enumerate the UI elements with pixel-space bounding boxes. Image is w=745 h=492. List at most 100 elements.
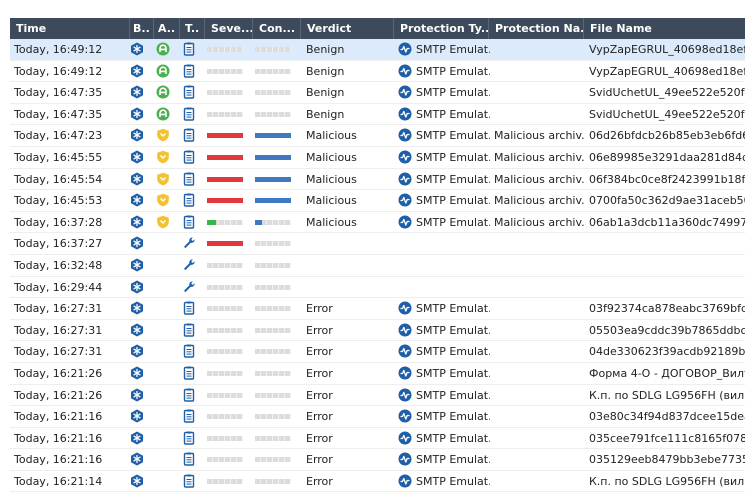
column-header-file-name[interactable]: File Name — [584, 18, 745, 39]
column-header-severity[interactable]: Seve... — [205, 18, 253, 39]
severity-bar — [207, 176, 243, 182]
threat-emulation-blade-cell — [130, 320, 150, 341]
row-protection-name — [494, 61, 584, 82]
table-row[interactable]: Today, 16:21:16 Error SMTP Emulat... 035cee… — [10, 428, 745, 450]
wrench-cell — [182, 233, 202, 254]
row-protection-type: SMTP Emulat... — [398, 471, 490, 492]
threat-emulation-blade-cell — [130, 212, 150, 233]
column-header-protection-type[interactable]: Protection Ty... — [394, 18, 489, 39]
row-file-name: VypZapEGRUL_40698ed18efe4b5 — [589, 64, 745, 78]
row-file-name: 03e80c34f94d837dcee15dead24c — [589, 410, 745, 424]
confidence-bar-cell — [255, 277, 299, 298]
row-time: Today, 16:49:12 — [14, 43, 103, 56]
severity-bar — [207, 133, 243, 139]
confidence-bar — [255, 198, 291, 204]
accept-action-cell — [156, 82, 176, 103]
confidence-bar — [255, 327, 291, 333]
row-verdict: Error — [306, 366, 333, 380]
confidence-bar — [255, 219, 291, 225]
table-row[interactable]: Today, 16:27:31 Error SMTP Emulat... 03f923… — [10, 298, 745, 320]
table-row[interactable]: Today, 16:37:27 — [10, 233, 745, 255]
table-row[interactable]: Today, 16:32:48 — [10, 255, 745, 277]
table-row[interactable]: Today, 16:45:53 Malicious SMTP Emulat... Ma… — [10, 190, 745, 212]
confidence-bar — [255, 241, 291, 247]
log-type-icon — [182, 85, 196, 99]
emulation-activity-icon — [398, 344, 412, 358]
row-protection-name: Malicious archiv... — [494, 172, 584, 186]
table-row[interactable]: Today, 16:45:54 Malicious SMTP Emulat... Ma… — [10, 169, 745, 191]
wrench-icon — [182, 258, 196, 272]
confidence-bar — [255, 457, 291, 463]
log-type-icon — [182, 344, 196, 359]
row-protection-type: SMTP Emulat... — [398, 341, 490, 362]
table-row[interactable]: Today, 16:49:12 Benign SMTP Emulat... VypZa… — [10, 61, 745, 83]
confidence-bar-fill — [255, 198, 291, 204]
row-time: Today, 16:21:14 — [14, 474, 103, 488]
table-row[interactable]: Today, 16:49:12 Benign SMTP Emulat... VypZa… — [10, 39, 745, 61]
log-type-icon — [182, 64, 196, 78]
threat-emulation-blade-cell — [130, 255, 150, 276]
confidence-bar-cell — [255, 471, 299, 492]
column-header-verdict[interactable]: Verdict — [301, 18, 394, 39]
table-row[interactable]: Today, 16:45:55 Malicious SMTP Emulat... Ma… — [10, 147, 745, 169]
table-row[interactable]: Today, 16:37:28 Malicious SMTP Emulat... Ma… — [10, 212, 745, 234]
log-type-icon — [182, 172, 196, 186]
row-file-name: 03f92374ca878eabc3769bfd3cdb — [589, 302, 745, 316]
row-time: Today, 16:27:31 — [14, 345, 103, 359]
row-file-name: 05503ea9cddc39b7865ddbca6d8 — [589, 323, 745, 337]
column-header-blade[interactable]: B.. — [130, 18, 154, 39]
confidence-bar-cell — [255, 406, 299, 427]
severity-bar — [207, 327, 243, 333]
table-row[interactable]: Today, 16:27:31 Error SMTP Emulat... 05503e… — [10, 320, 745, 342]
severity-bar — [207, 392, 243, 398]
confidence-bar-cell — [255, 147, 299, 168]
severity-bar — [207, 47, 243, 52]
row-time: Today, 16:49:12 — [14, 64, 103, 78]
row-file-name: 06e89985e3291daa281d84d9c94 — [589, 150, 745, 164]
row-protection-type-text: SMTP Emulat... — [416, 323, 490, 337]
table-row[interactable]: Today, 16:47:35 Benign SMTP Emulat... SvidU… — [10, 104, 745, 126]
row-protection-type-text: SMTP Emulat... — [416, 410, 490, 424]
table-row[interactable]: Today, 16:21:14 Error SMTP Emulat... К.п. п… — [10, 471, 745, 492]
log-type-icon — [182, 474, 196, 488]
table-row[interactable]: Today, 16:21:16 Error SMTP Emulat... 03e80c… — [10, 406, 745, 428]
log-type-icon — [182, 409, 196, 423]
column-header-confidence[interactable]: Con... — [253, 18, 301, 39]
row-protection-type: SMTP Emulat... — [398, 406, 490, 427]
row-file-name: 06f384bc0ce8f2423991b18f3cf80 — [589, 172, 745, 186]
table-row[interactable]: Today, 16:21:16 Error SMTP Emulat... 035129… — [10, 449, 745, 471]
table-row[interactable]: Today, 16:27:31 Error SMTP Emulat... 04de33… — [10, 341, 745, 363]
severity-bar-cell — [207, 125, 251, 146]
severity-bar — [207, 349, 243, 355]
row-protection-type-text: SMTP Emulat... — [416, 345, 490, 359]
prevent-action-cell — [156, 125, 176, 146]
row-protection-type-text: SMTP Emulat... — [416, 172, 490, 186]
column-header-time[interactable]: Time — [10, 18, 130, 39]
table-row[interactable]: Today, 16:21:26 Error SMTP Emulat... Форма … — [10, 363, 745, 385]
row-protection-type: SMTP Emulat... — [398, 190, 490, 211]
threat-emulation-blade-icon — [130, 344, 144, 358]
prevent-action-icon — [156, 193, 170, 207]
table-row[interactable]: Today, 16:21:26 Error SMTP Emulat... К.п. п… — [10, 385, 745, 407]
row-time: Today, 16:27:31 — [14, 302, 103, 316]
threat-emulation-blade-icon — [130, 474, 144, 488]
row-protection-type-text: SMTP Emulat... — [416, 366, 490, 380]
row-protection-type-text: SMTP Emulat... — [416, 474, 490, 488]
emulation-activity-icon — [398, 193, 412, 207]
row-protection-name — [494, 363, 584, 384]
row-verdict: Error — [306, 431, 333, 445]
row-protection-name — [494, 298, 584, 319]
table-row[interactable]: Today, 16:29:44 — [10, 277, 745, 299]
table-row[interactable]: Today, 16:47:23 Malicious SMTP Emulat... Ma… — [10, 125, 745, 147]
column-header-protection-name[interactable]: Protection Na... — [489, 18, 584, 39]
column-header-type[interactable]: T.. — [180, 18, 205, 39]
confidence-bar — [255, 154, 291, 160]
confidence-bar-cell — [255, 190, 299, 211]
column-header-action[interactable]: A.. — [154, 18, 180, 39]
severity-bar-cell — [207, 471, 251, 492]
threat-emulation-blade-cell — [130, 233, 150, 254]
row-verdict: Benign — [306, 43, 345, 56]
accept-action-icon — [156, 64, 170, 78]
emulation-activity-icon — [398, 366, 412, 380]
table-row[interactable]: Today, 16:47:35 Benign SMTP Emulat... SvidU… — [10, 82, 745, 104]
